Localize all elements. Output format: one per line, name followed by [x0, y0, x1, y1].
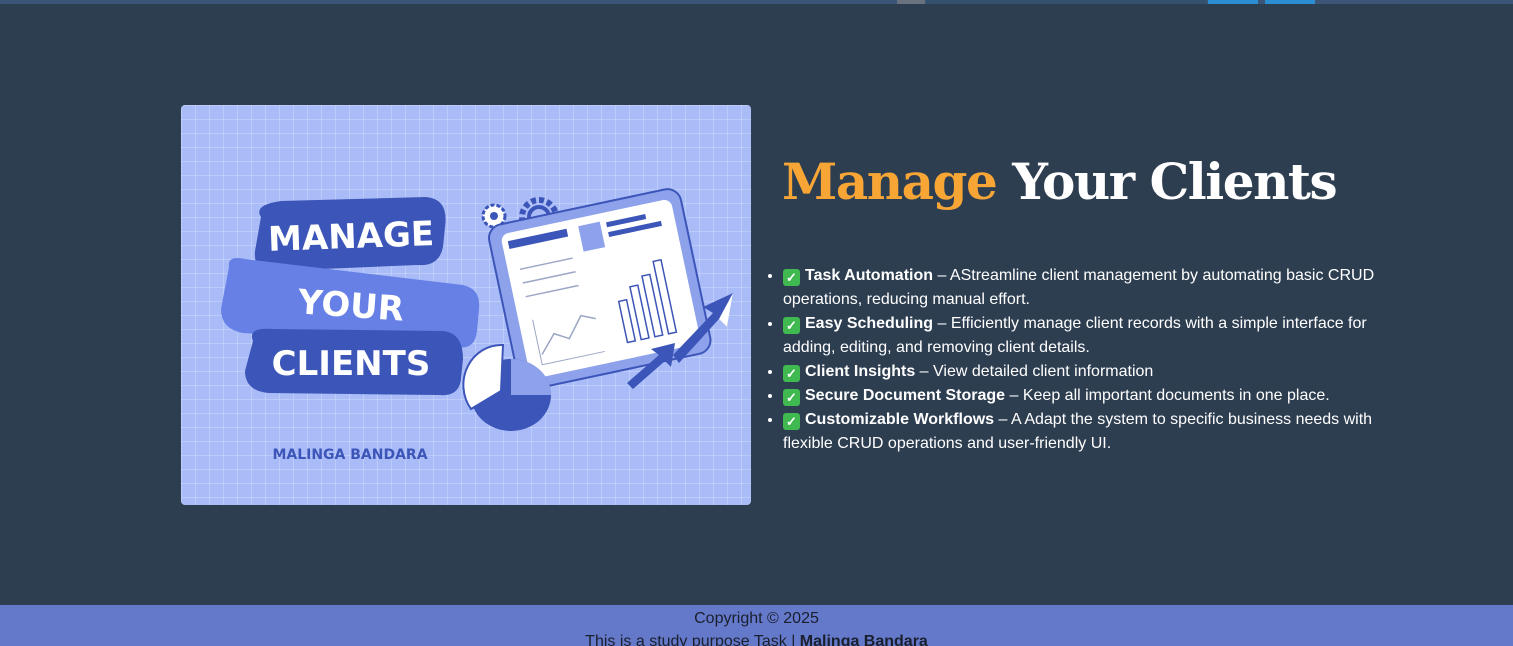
feature-list: ✓Task Automation – AStreamline client ma… [764, 264, 1403, 456]
nav-button[interactable] [1265, 0, 1315, 4]
top-nav-strip [0, 0, 1513, 4]
nav-segment [897, 0, 925, 4]
check-mark-icon: ✓ [783, 365, 800, 382]
feature-item: ✓Customizable Workflows – A Adapt the sy… [783, 408, 1403, 456]
feature-item: ✓Task Automation – AStreamline client ma… [783, 264, 1403, 312]
footer-author: Malinga Bandara [799, 633, 928, 646]
title-accent: Manage [782, 152, 998, 211]
feature-item: ✓Easy Scheduling – Efficiently manage cl… [783, 312, 1403, 360]
feature-title: Customizable Workflows [805, 411, 995, 428]
feature-text: – Keep all important documents in one pl… [1005, 387, 1330, 404]
hero-text-clients: CLIENTS [272, 344, 431, 384]
feature-title: Client Insights [805, 363, 916, 380]
hero-illustration: MANAGE YOUR CLIENTS MALINGA BANDARA [221, 188, 733, 463]
title-rest: Your Clients [996, 152, 1337, 211]
page-title: Manage Your Clients [782, 152, 1338, 211]
feature-title: Task Automation [805, 267, 934, 284]
check-mark-icon: ✓ [783, 269, 800, 286]
nav-segment [1316, 0, 1400, 4]
nav-segment [926, 0, 1206, 4]
feature-text: – View detailed client information [915, 363, 1154, 380]
hero-text-your: YOUR [296, 282, 406, 329]
hero-image: MANAGE YOUR CLIENTS MALINGA BANDARA [181, 105, 751, 505]
footer-copyright: Copyright © 2025 [694, 610, 819, 627]
footer-study-line: This is a study purpose Task | Malinga B… [0, 630, 1513, 646]
feature-item: ✓ Secure Document Storage – Keep all impo… [783, 384, 1403, 408]
feature-item: ✓ Client Insights – View detailed client … [783, 360, 1403, 384]
hero-author: MALINGA BANDARA [272, 447, 427, 463]
check-mark-icon: ✓ [783, 413, 800, 430]
feature-title: Easy Scheduling [805, 315, 934, 332]
nav-button[interactable] [1208, 0, 1258, 4]
check-mark-icon: ✓ [783, 317, 800, 334]
footer: Copyright © 2025 This is a study purpose… [0, 605, 1513, 646]
footer-study-text: This is a study purpose Task | [585, 633, 800, 646]
check-mark-icon: ✓ [783, 389, 800, 406]
feature-title: Secure Document Storage [805, 387, 1006, 404]
hero-text-manage: MANAGE [267, 214, 434, 260]
